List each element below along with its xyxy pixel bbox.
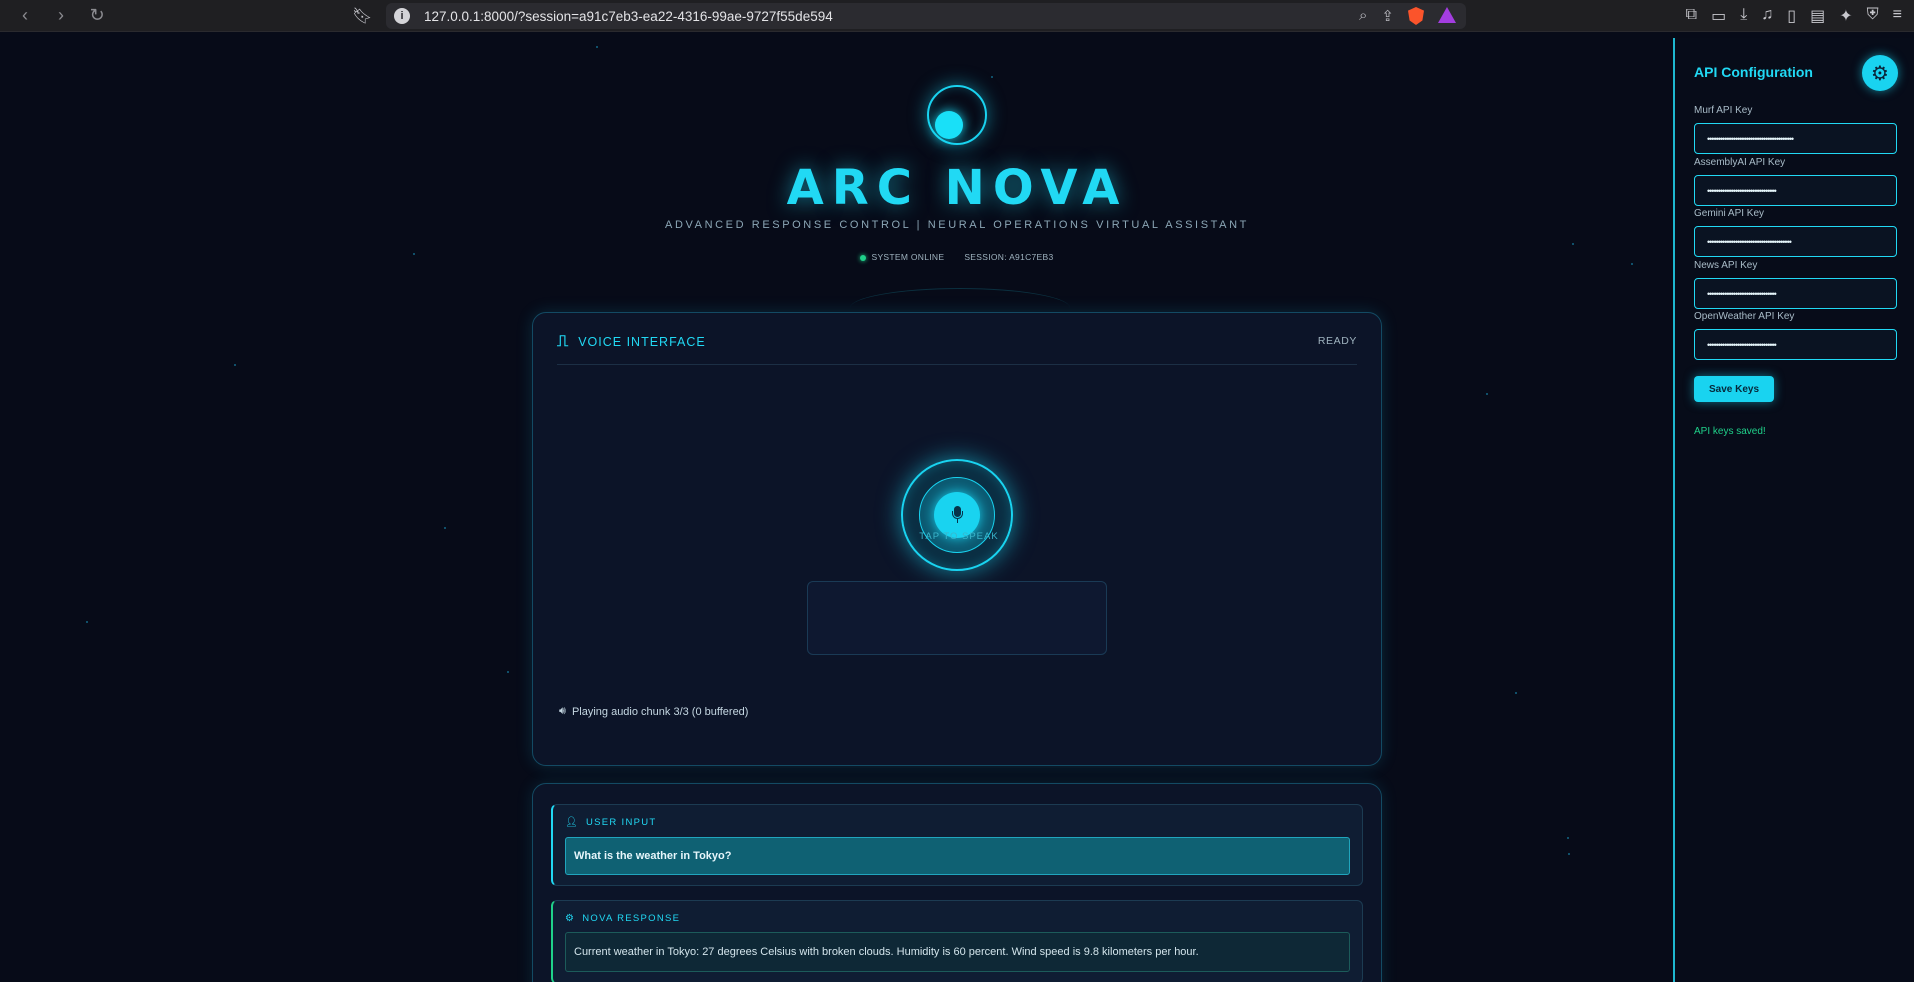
- user-message-header: 👤︎ USER INPUT: [565, 817, 657, 828]
- assemblyai-key-label: AssemblyAI API Key: [1694, 157, 1786, 168]
- address-bar[interactable]: i 127.0.0.1:8000/?session=a91c7eb3-ea22-…: [386, 3, 1466, 29]
- microphone-icon: [952, 506, 963, 524]
- user-message-text: What is the weather in Tokyo?: [565, 837, 1350, 875]
- star: [1568, 853, 1570, 855]
- app-subtitle: ADVANCED RESPONSE CONTROL | NEURAL OPERA…: [665, 219, 1249, 231]
- voice-interface-panel: ⎍ VOICE INTERFACE READY TAP TO SPEAK 🔊︎ …: [532, 312, 1382, 766]
- back-icon[interactable]: ‹: [14, 5, 36, 26]
- brave-rewards-icon[interactable]: [1438, 7, 1456, 23]
- extensions-icon[interactable]: ⧉: [1686, 6, 1697, 26]
- speaker-icon: 🔊︎: [559, 705, 566, 717]
- share-icon[interactable]: ⇪: [1381, 7, 1394, 25]
- record-button[interactable]: TAP TO SPEAK: [901, 459, 1013, 571]
- zoom-icon[interactable]: ⌕: [1359, 7, 1367, 25]
- live-transcript-box: [807, 581, 1107, 655]
- news-key-input[interactable]: ••••••••••••••••••••••••••••••••: [1694, 278, 1897, 309]
- media-icon[interactable]: ♫: [1761, 6, 1773, 26]
- wallet-icon[interactable]: ▤: [1810, 6, 1825, 26]
- save-status-message: API keys saved!: [1694, 426, 1766, 437]
- nova-message-header: ⚙︎ NOVA RESPONSE: [565, 913, 680, 924]
- status-line: SYSTEM ONLINE SESSION: A91C7EB3: [0, 252, 1914, 262]
- sidebar-title: API Configuration: [1694, 64, 1813, 80]
- audio-status: 🔊︎ Playing audio chunk 3/3 (0 buffered): [559, 705, 748, 718]
- user-icon: 👤︎: [565, 817, 579, 828]
- sidebar-toggle-icon[interactable]: ▯: [1787, 6, 1796, 26]
- tab-manager-icon[interactable]: ▭: [1711, 6, 1726, 26]
- user-message: 👤︎ USER INPUT What is the weather in Tok…: [551, 804, 1363, 886]
- robot-icon: ⚙︎: [565, 913, 576, 924]
- user-message-label: USER INPUT: [586, 817, 657, 828]
- downloads-icon[interactable]: ⤓: [1740, 6, 1747, 26]
- save-keys-button[interactable]: Save Keys: [1694, 376, 1774, 402]
- logo-orb: [927, 85, 987, 145]
- star: [1486, 393, 1488, 395]
- audio-status-text: Playing audio chunk 3/3 (0 buffered): [571, 705, 749, 718]
- waveform-icon: ⎍: [557, 333, 569, 350]
- nova-message-label: NOVA RESPONSE: [582, 913, 681, 924]
- system-status-text: SYSTEM ONLINE: [871, 252, 945, 262]
- url-text[interactable]: 127.0.0.1:8000/?session=a91c7eb3-ea22-43…: [424, 9, 833, 24]
- system-status: SYSTEM ONLINE: [860, 252, 944, 262]
- settings-toggle-button[interactable]: ⚙: [1862, 55, 1898, 91]
- voice-panel-title: VOICE INTERFACE: [578, 335, 706, 349]
- voice-state: READY: [1317, 335, 1357, 347]
- browser-toolbar: ‹ › ↻ 🔖︎ i 127.0.0.1:8000/?session=a91c7…: [0, 0, 1914, 32]
- star: [1567, 837, 1569, 839]
- gemini-key-input[interactable]: •••••••••••••••••••••••••••••••••••••••: [1694, 226, 1897, 257]
- nova-message: ⚙︎ NOVA RESPONSE Current weather in Toky…: [551, 900, 1363, 982]
- voice-panel-header: ⎍ VOICE INTERFACE READY: [557, 333, 1357, 365]
- star: [86, 621, 88, 623]
- reload-icon[interactable]: ↻: [86, 5, 108, 26]
- app-title: ARC NOVA: [786, 160, 1128, 216]
- openweather-key-input[interactable]: ••••••••••••••••••••••••••••••••: [1694, 329, 1897, 360]
- menu-icon[interactable]: ≡: [1893, 6, 1902, 26]
- gear-icon: ⚙: [1871, 62, 1889, 85]
- browser-nav: ‹ › ↻: [14, 5, 108, 26]
- logo-orb-dot: [935, 111, 963, 139]
- assemblyai-key-input[interactable]: ••••••••••••••••••••••••••••••••: [1694, 175, 1897, 206]
- star: [234, 364, 236, 366]
- session-id: SESSION: A91C7EB3: [964, 252, 1054, 262]
- openweather-key-label: OpenWeather API Key: [1694, 311, 1795, 322]
- star: [507, 671, 509, 673]
- news-key-label: News API Key: [1694, 260, 1758, 271]
- star: [596, 46, 598, 48]
- star: [1515, 692, 1517, 694]
- brave-shield-icon[interactable]: [1408, 7, 1424, 25]
- nova-message-text: Current weather in Tokyo: 27 degrees Cel…: [565, 932, 1350, 972]
- murf-key-label: Murf API Key: [1694, 105, 1753, 116]
- murf-key-input[interactable]: ••••••••••••••••••••••••••••••••••••••••: [1694, 123, 1897, 154]
- forward-icon[interactable]: ›: [50, 5, 72, 26]
- online-indicator-icon: [860, 254, 867, 261]
- conversation-panel: 👤︎ USER INPUT What is the weather in Tok…: [532, 783, 1382, 982]
- vpn-icon[interactable]: ⛨: [1867, 6, 1879, 26]
- gemini-key-label: Gemini API Key: [1694, 208, 1765, 219]
- leo-icon[interactable]: ✦: [1839, 6, 1852, 26]
- site-info-icon[interactable]: i: [394, 8, 410, 24]
- tap-to-speak-label: TAP TO SPEAK: [919, 531, 999, 542]
- api-config-sidebar: API Configuration ⚙ Murf API Key •••••••…: [1673, 38, 1914, 982]
- star: [1572, 243, 1574, 245]
- star: [444, 527, 446, 529]
- bookmark-icon[interactable]: 🔖︎: [352, 6, 372, 26]
- star: [1631, 263, 1633, 265]
- star: [991, 76, 993, 78]
